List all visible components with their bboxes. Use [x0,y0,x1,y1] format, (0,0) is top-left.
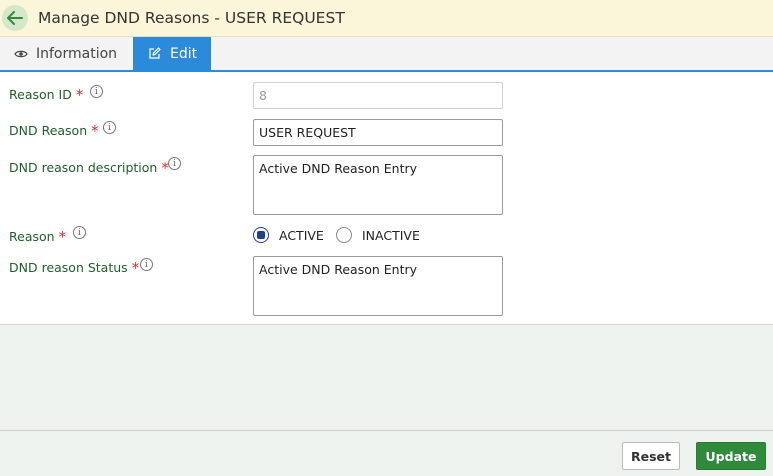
reason-label: Reason * [9,229,66,244]
dnd-reason-field[interactable]: USER REQUEST [253,119,503,146]
required-marker: * [58,227,67,246]
radio-active-button[interactable] [253,227,269,243]
description-label-text: DND reason description [9,160,158,175]
description-label: DND reason description * [9,160,169,175]
back-button[interactable] [2,5,28,31]
arrow-left-icon [7,11,23,25]
required-marker: * [91,121,99,140]
radio-active[interactable]: ACTIVE [253,227,324,243]
info-icon[interactable]: i [103,121,116,134]
info-icon[interactable]: i [168,157,181,170]
radio-active-label: ACTIVE [279,227,324,243]
info-icon[interactable]: i [140,258,153,271]
footer-divider [0,430,773,431]
tab-bar: Information Edit [0,37,773,72]
page-title: Manage DND Reasons - USER REQUEST [38,9,345,27]
reason-id-label-text: Reason ID [9,87,72,102]
status-textarea[interactable]: Active DND Reason Entry [253,256,503,316]
reason-label-text: Reason [9,229,55,244]
reason-id-label: Reason ID * [9,87,83,102]
description-textarea[interactable]: Active DND Reason Entry [253,155,503,215]
update-button[interactable]: Update [696,442,766,470]
required-marker: * [131,258,140,277]
tab-edit[interactable]: Edit [133,37,211,70]
tab-information[interactable]: Information [0,37,133,70]
info-icon[interactable]: i [90,85,103,98]
dnd-reason-label: DND Reason * [9,123,99,138]
reason-id-field: 8 [253,82,503,109]
tab-edit-label: Edit [170,45,198,62]
eye-icon [14,50,28,57]
tab-information-label: Information [36,45,118,62]
radio-inactive-label: INACTIVE [362,227,420,243]
edit-icon [149,47,161,59]
page-header: Manage DND Reasons - USER REQUEST [0,0,773,37]
status-label-text: DND reason Status [9,260,128,275]
reset-button[interactable]: Reset [622,442,680,470]
dnd-reason-label-text: DND Reason [9,123,88,138]
status-label: DND reason Status * [9,260,139,275]
info-icon[interactable]: i [73,226,86,239]
radio-inactive-button[interactable] [336,227,352,243]
required-marker: * [75,85,84,104]
radio-inactive[interactable]: INACTIVE [336,227,420,243]
